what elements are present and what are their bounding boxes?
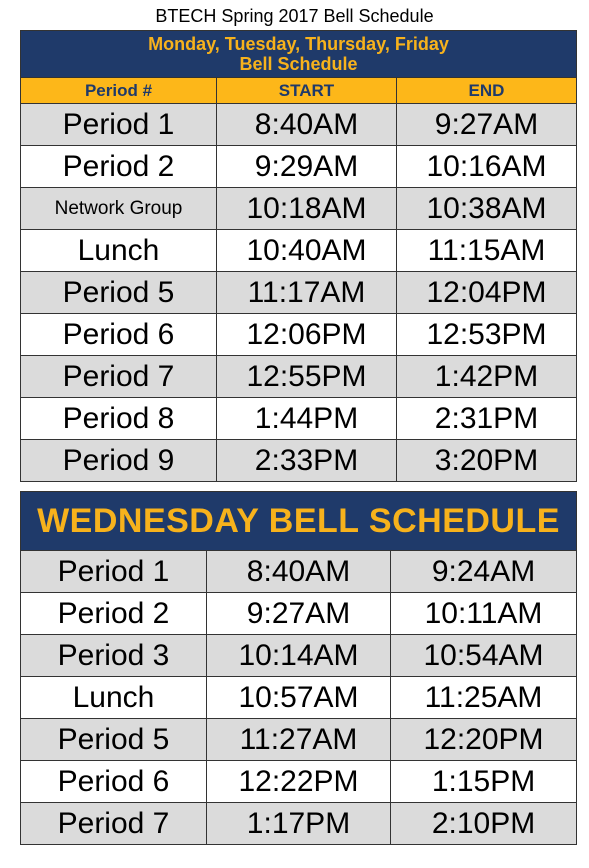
end-time: 3:20PM [396,439,577,482]
column-header-period: Period # [20,77,217,104]
end-time: 11:25AM [389,676,578,719]
start-time: 10:18AM [216,187,397,230]
end-time: 11:15AM [396,229,577,272]
table-row: Period 8 1:44PM 2:31PM [20,397,577,440]
end-time: 10:38AM [396,187,577,230]
column-header-row: Period # START END [20,77,577,104]
table-row: Period 7 12:55PM 1:42PM [20,355,577,398]
table-row: Period 6 12:06PM 12:53PM [20,313,577,356]
period-name: Period 1 [20,103,217,146]
start-time: 12:06PM [216,313,397,356]
table-row: Lunch 10:40AM 11:15AM [20,229,577,272]
table-row: Period 9 2:33PM 3:20PM [20,439,577,482]
start-time: 9:29AM [216,145,397,188]
start-time: 1:44PM [216,397,397,440]
end-time: 10:54AM [389,634,578,677]
period-name: Lunch [20,676,207,719]
end-time: 12:20PM [389,718,578,761]
period-name: Period 7 [20,355,217,398]
end-time: 12:04PM [396,271,577,314]
period-name: Period 6 [20,760,207,803]
start-time: 8:40AM [216,103,397,146]
period-name: Period 8 [20,397,217,440]
period-name: Period 2 [20,145,217,188]
start-time: 11:17AM [216,271,397,314]
start-time: 8:40AM [206,550,391,593]
period-name: Lunch [20,229,217,272]
period-name: Period 7 [20,802,207,845]
period-name: Period 3 [20,634,207,677]
end-time: 2:31PM [396,397,577,440]
end-time: 10:16AM [396,145,577,188]
period-name: Period 6 [20,313,217,356]
period-name: Period 1 [20,550,207,593]
table-row: Period 2 9:29AM 10:16AM [20,145,577,188]
period-name: Network Group [20,187,217,230]
start-time: 2:33PM [216,439,397,482]
start-time: 11:27AM [206,718,391,761]
mttf-bell-schedule-table: Monday, Tuesday, Thursday, Friday Bell S… [20,30,577,482]
table-row: Lunch 10:57AM 11:25AM [20,676,578,719]
page-title: BTECH Spring 2017 Bell Schedule [155,6,434,26]
mttf-schedule-banner: Monday, Tuesday, Thursday, Friday Bell S… [20,30,577,78]
table-row: Period 7 1:17PM 2:10PM [20,802,578,845]
wednesday-banner-text: WEDNESDAY BELL SCHEDULE [19,491,578,551]
end-time: 9:27AM [396,103,577,146]
table-row: Period 2 9:27AM 10:11AM [20,592,578,635]
end-time: 9:24AM [389,550,578,593]
end-time: 1:15PM [389,760,578,803]
start-time: 10:14AM [206,634,391,677]
end-time: 12:53PM [396,313,577,356]
table-row: Period 1 8:40AM 9:27AM [20,103,577,146]
table-row: Period 5 11:17AM 12:04PM [20,271,577,314]
table-row: Period 1 8:40AM 9:24AM [20,550,578,593]
table-row: Network Group 10:18AM 10:38AM [20,187,577,230]
mttf-banner-subtitle: Bell Schedule [239,54,358,74]
start-time: 10:40AM [216,229,397,272]
period-name: Period 5 [20,718,207,761]
column-header-start: START [216,77,397,104]
mttf-banner-cell: Monday, Tuesday, Thursday, Friday Bell S… [20,30,577,78]
mttf-banner-days: Monday, Tuesday, Thursday, Friday [148,34,449,54]
end-time: 1:42PM [396,355,577,398]
start-time: 10:57AM [206,676,391,719]
period-name: Period 2 [20,592,207,635]
wednesday-bell-schedule-table: WEDNESDAY BELL SCHEDULE Period 1 8:40AM … [19,491,578,845]
end-time: 10:11AM [389,592,578,635]
column-header-end: END [396,77,577,104]
period-name: Period 9 [20,439,217,482]
start-time: 12:22PM [206,760,391,803]
table-row: Period 3 10:14AM 10:54AM [20,634,578,677]
end-time: 2:10PM [389,802,578,845]
start-time: 9:27AM [206,592,391,635]
start-time: 12:55PM [216,355,397,398]
period-name: Period 5 [20,271,217,314]
table-row: Period 6 12:22PM 1:15PM [20,760,578,803]
table-row: Period 5 11:27AM 12:20PM [20,718,578,761]
start-time: 1:17PM [206,802,391,845]
wednesday-schedule-banner: WEDNESDAY BELL SCHEDULE [19,491,578,551]
